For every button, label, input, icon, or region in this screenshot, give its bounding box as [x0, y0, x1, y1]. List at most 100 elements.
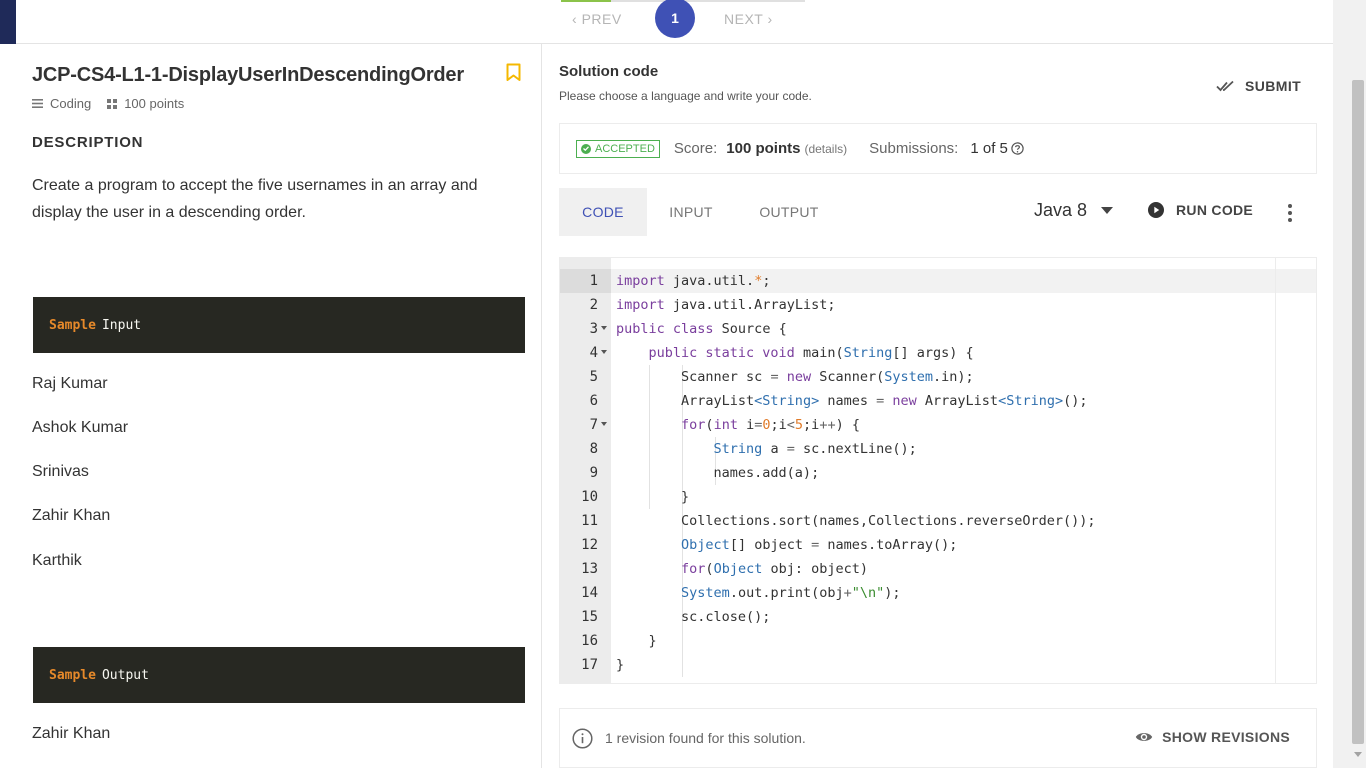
prev-label: PREV: [581, 11, 622, 27]
line-number: 4: [589, 345, 598, 361]
code-line[interactable]: 8 String a = sc.nextLine();: [560, 437, 1316, 461]
code-token: names.add(a);: [616, 465, 820, 481]
question-pager: ‹ PREV 1 NEXT ›: [16, 0, 1333, 44]
code-text: public static void main(String[] args) {: [616, 341, 974, 365]
code-token: [] object: [729, 537, 812, 553]
fold-toggle-icon[interactable]: [601, 350, 607, 354]
code-line[interactable]: 11 Collections.sort(names,Collections.re…: [560, 509, 1316, 533]
code-token: );: [884, 585, 901, 601]
code-text: import java.util.ArrayList;: [616, 293, 835, 317]
code-text: for(Object obj: object): [616, 557, 868, 581]
more-vert-icon[interactable]: [1287, 204, 1293, 222]
line-number: 16: [581, 633, 598, 649]
code-token: for: [681, 561, 706, 577]
code-token: Object: [713, 561, 763, 577]
chevron-right-icon: ›: [767, 11, 773, 27]
submit-button[interactable]: SUBMIT: [1216, 74, 1301, 98]
description-heading: DESCRIPTION: [32, 134, 144, 151]
submit-label: SUBMIT: [1245, 78, 1302, 94]
problem-points-label: 100 points: [124, 96, 185, 111]
sample-output-keyword: Sample: [49, 667, 96, 683]
code-token: obj: object): [762, 561, 869, 577]
tab-code[interactable]: CODE: [559, 188, 647, 236]
code-token: public class: [616, 321, 714, 337]
code-text: import java.util.*;: [616, 269, 770, 293]
current-question-number[interactable]: 1: [655, 0, 695, 38]
code-token: names: [819, 393, 877, 409]
code-token: .in);: [933, 369, 974, 385]
code-token: 5: [794, 417, 804, 433]
code-line[interactable]: 17}: [560, 653, 1316, 677]
next-label: NEXT: [724, 11, 764, 27]
submissions-value: 1 of 5: [970, 140, 1008, 157]
line-number: 5: [589, 369, 598, 385]
line-number: 1: [589, 273, 598, 289]
code-text: Object[] object = names.toArray();: [616, 533, 957, 557]
language-select[interactable]: Java 8: [1034, 200, 1114, 221]
code-token: =: [811, 537, 820, 553]
next-button[interactable]: NEXT ›: [724, 11, 773, 27]
sample-output-label: Output: [101, 667, 149, 683]
code-text: for(int i=0;i<5;i++) {: [616, 413, 860, 437]
code-text: sc.close();: [616, 605, 770, 629]
scrollbar-thumb[interactable]: [1352, 80, 1364, 744]
info-icon: [572, 727, 593, 749]
code-line[interactable]: 7 for(int i=0;i<5;i++) {: [560, 413, 1316, 437]
pager-progress-fill: [561, 0, 611, 2]
tab-output[interactable]: OUTPUT: [735, 188, 843, 236]
code-line[interactable]: 10 }: [560, 485, 1316, 509]
fold-toggle-icon[interactable]: [601, 326, 607, 330]
language-value: Java 8: [1034, 200, 1088, 220]
show-revisions-button[interactable]: SHOW REVISIONS: [1135, 729, 1290, 745]
line-number: 2: [589, 297, 598, 313]
play-circle-icon: [1148, 202, 1164, 218]
sample-input-label: Input: [101, 317, 142, 333]
code-line[interactable]: 1 import java.util.*;: [560, 269, 1316, 293]
code-token: sc.close();: [616, 609, 771, 625]
code-text: System.out.print(obj+"\n");: [616, 581, 901, 605]
code-token: =: [770, 369, 779, 385]
sample-input-line: Zahir Khan: [32, 507, 111, 524]
code-editor[interactable]: 1 import java.util.*; 2 import java.util.Ar…: [559, 257, 1317, 684]
code-line[interactable]: 16 }: [560, 629, 1316, 653]
run-code-label: RUN CODE: [1176, 202, 1254, 218]
tab-input[interactable]: INPUT: [647, 188, 735, 236]
help-circle-icon[interactable]: [1011, 142, 1024, 155]
problem-type: Coding: [32, 96, 91, 111]
code-line[interactable]: 4 public static void main(String[] args)…: [560, 341, 1316, 365]
show-revisions-label: SHOW REVISIONS: [1162, 729, 1290, 745]
bookmark-icon[interactable]: [506, 63, 521, 82]
fold-toggle-icon[interactable]: [601, 422, 607, 426]
revision-text: 1 revision found for this solution.: [605, 730, 806, 746]
code-line[interactable]: 13 for(Object obj: object): [560, 557, 1316, 581]
code-token: import: [616, 273, 665, 289]
code-line[interactable]: 3 public class Source {: [560, 317, 1316, 341]
code-line[interactable]: 12 Object[] object = names.toArray();: [560, 533, 1316, 557]
code-token: main(: [794, 345, 844, 361]
code-line[interactable]: 14 System.out.print(obj+"\n");: [560, 581, 1316, 605]
scroll-down-arrow-icon[interactable]: [1354, 752, 1362, 757]
code-line[interactable]: 2 import java.util.ArrayList;: [560, 293, 1316, 317]
score-value: 100 points: [726, 140, 801, 157]
code-line[interactable]: 6 ArrayList<String> names = new ArrayLis…: [560, 389, 1316, 413]
code-token: Source {: [713, 321, 787, 337]
sample-input-header: Sample Input: [33, 297, 525, 353]
chevron-left-icon: ‹: [572, 11, 578, 27]
code-text: ArrayList<String> names = new ArrayList<…: [616, 389, 1087, 413]
code-token: sc.nextLine();: [794, 441, 917, 457]
score-details-link[interactable]: (details): [804, 142, 847, 156]
check-circle-icon: [581, 143, 591, 154]
submission-status: ACCEPTED Score: 100 points (details) Sub…: [559, 123, 1317, 174]
code-token: (: [705, 561, 714, 577]
code-token: Collections.sort(names,Collections.rever…: [616, 513, 1096, 529]
problem-type-label: Coding: [50, 96, 92, 111]
code-line[interactable]: 9 names.add(a);: [560, 461, 1316, 485]
code-token: ;i: [803, 417, 820, 433]
code-line[interactable]: 15 sc.close();: [560, 605, 1316, 629]
grid-icon: [107, 98, 118, 109]
run-code-button[interactable]: RUN CODE: [1148, 202, 1253, 218]
code-line[interactable]: 5 Scanner sc = new Scanner(System.in);: [560, 365, 1316, 389]
prev-button[interactable]: ‹ PREV: [572, 11, 622, 27]
